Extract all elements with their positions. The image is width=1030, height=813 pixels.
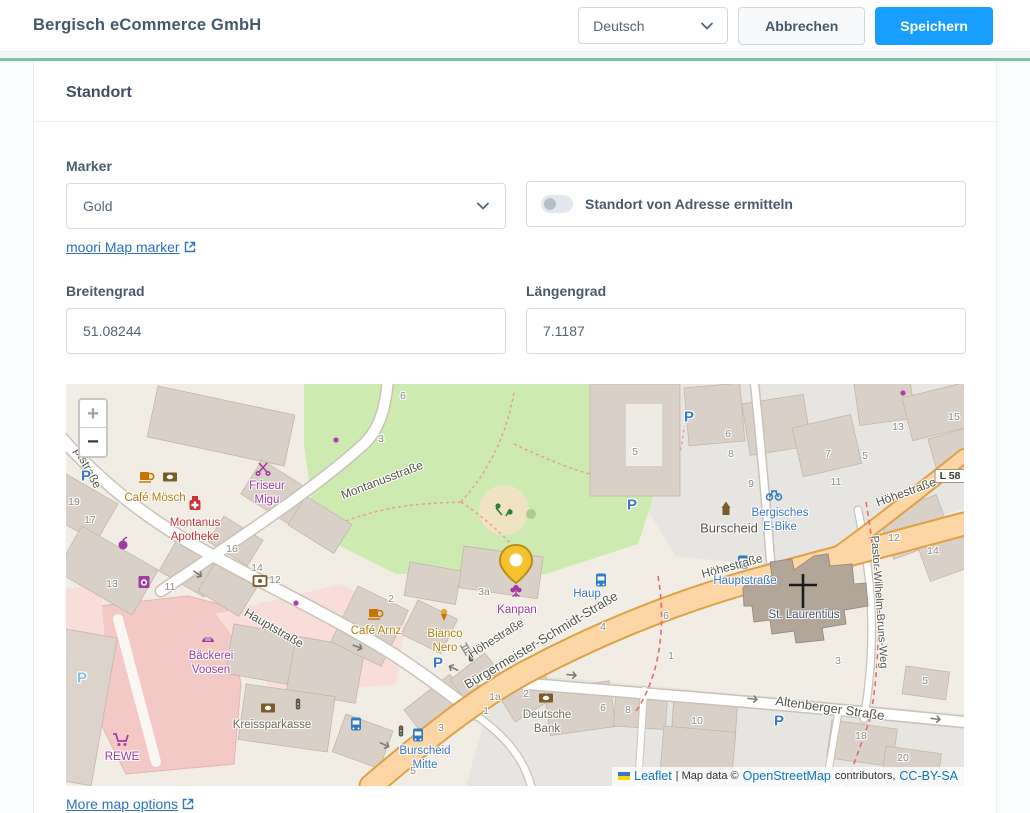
- language-select[interactable]: Deutsch: [578, 7, 728, 44]
- zoom-out-button[interactable]: −: [80, 428, 106, 456]
- header-actions: Deutsch Abbrechen Speichern: [578, 7, 993, 45]
- longitude-field[interactable]: [526, 308, 966, 354]
- marker-select-value: Gold: [83, 198, 113, 214]
- marker-docs-link[interactable]: moori Map marker: [66, 239, 196, 255]
- money-icon: [163, 473, 177, 482]
- marker-docs-link-label: moori Map marker: [66, 239, 180, 255]
- atm-icon: [261, 704, 275, 713]
- tree-icon: [526, 509, 536, 519]
- atm-icon: [539, 694, 553, 703]
- marker-label: Marker: [66, 158, 506, 174]
- cancel-button[interactable]: Abbrechen: [738, 7, 865, 45]
- standort-form: Marker Gold moori Map marker Standort vo…: [34, 122, 996, 813]
- geocode-toggle-box: Standort von Adresse ermitteln: [526, 181, 966, 227]
- zoom-in-button[interactable]: +: [80, 400, 106, 428]
- map-canvas[interactable]: MontanusstraßeptstraßeHauptstraßeHöhestr…: [66, 384, 964, 786]
- map-attribution: Leaflet | Map data © OpenStreetMap contr…: [612, 767, 964, 786]
- save-button[interactable]: Speichern: [875, 7, 993, 45]
- page-title: Bergisch eCommerce GmbH: [33, 16, 261, 35]
- map-zoom-control: + −: [78, 398, 108, 458]
- bus-icon: [738, 556, 748, 569]
- attribution-text: | Map data ©: [676, 770, 739, 782]
- external-link-icon: [182, 798, 194, 810]
- longitude-label: Längengrad: [526, 283, 966, 299]
- bus-icon: [351, 718, 361, 731]
- section-title: Standort: [34, 61, 996, 121]
- more-map-options-link[interactable]: More map options: [66, 796, 194, 812]
- bus-icon: [596, 574, 606, 587]
- standort-card: Standort Marker Gold moori Map marker: [33, 61, 997, 813]
- chevron-down-icon: [701, 22, 713, 30]
- geocode-toggle-label: Standort von Adresse ermitteln: [585, 196, 793, 212]
- map-graphics: [66, 384, 964, 786]
- osm-link[interactable]: OpenStreetMap: [743, 769, 831, 783]
- marker-select[interactable]: Gold: [66, 183, 506, 229]
- language-select-value: Deutsch: [593, 18, 644, 34]
- leaflet-link[interactable]: Leaflet: [634, 769, 672, 783]
- latitude-field[interactable]: [66, 308, 506, 354]
- more-map-options-label: More map options: [66, 796, 178, 812]
- external-link-icon: [184, 241, 196, 253]
- attribution-text: contributors,: [835, 770, 896, 782]
- ukraine-flag-icon: [618, 772, 630, 780]
- laundry-icon: [139, 576, 150, 588]
- license-link[interactable]: CC-BY-SA: [899, 769, 958, 783]
- latitude-label: Breitengrad: [66, 283, 506, 299]
- geocode-toggle[interactable]: [541, 195, 573, 213]
- toggle-knob: [544, 198, 556, 210]
- header: Bergisch eCommerce GmbH Deutsch Abbreche…: [0, 0, 1030, 52]
- chevron-down-icon: [477, 202, 489, 210]
- bus-icon: [413, 729, 423, 742]
